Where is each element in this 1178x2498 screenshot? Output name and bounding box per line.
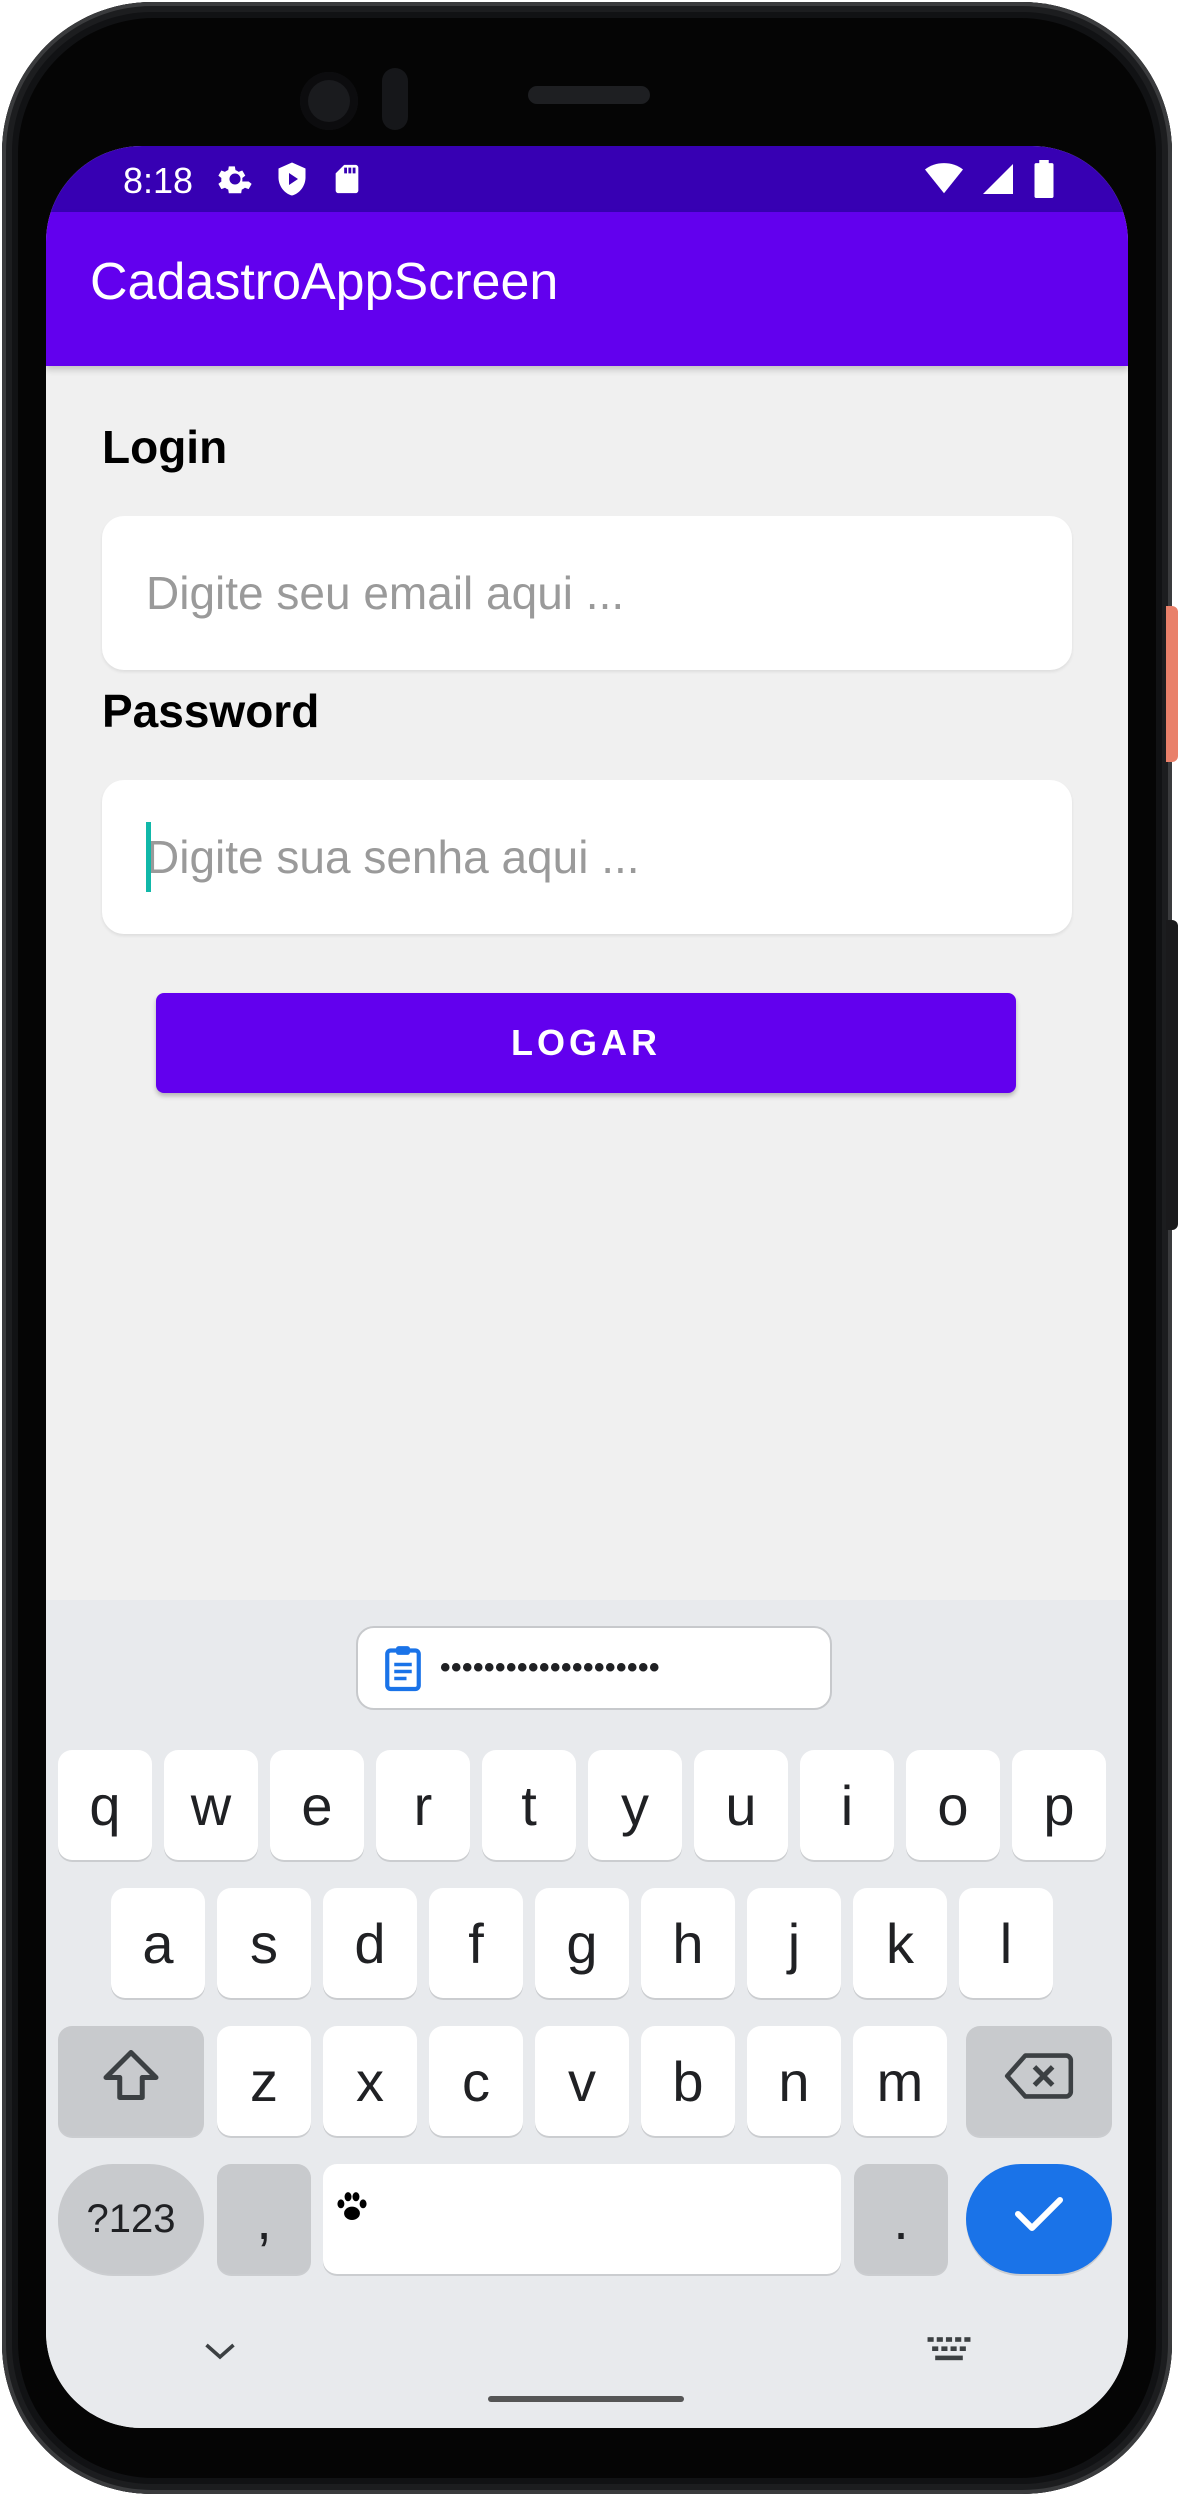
key-a[interactable]: a — [111, 1888, 205, 1998]
login-field — [102, 516, 1072, 670]
password-input[interactable] — [102, 780, 1072, 934]
key-x[interactable]: x — [323, 2026, 417, 2136]
key-e[interactable]: e — [270, 1750, 364, 1860]
key-z[interactable]: z — [217, 2026, 311, 2136]
paw-icon — [333, 2174, 371, 2239]
app-bar: CadastroAppScreen — [46, 212, 1128, 366]
keyboard: •••••••••••••••••••• q w e r t y u i o p… — [46, 1600, 1128, 2428]
hide-keyboard-chevron-icon[interactable] — [202, 2340, 238, 2367]
app-title: CadastroAppScreen — [90, 253, 559, 311]
key-h[interactable]: h — [641, 1888, 735, 1998]
power-button — [1166, 606, 1178, 762]
key-c[interactable]: c — [429, 2026, 523, 2136]
status-time: 8:18 — [123, 160, 194, 201]
symbols-key[interactable]: ?123 — [58, 2164, 204, 2274]
key-o[interactable]: o — [906, 1750, 1000, 1860]
key-u[interactable]: u — [694, 1750, 788, 1860]
sd-card-icon — [330, 160, 364, 203]
clipboard-suggestion[interactable]: •••••••••••••••••••• — [356, 1626, 832, 1710]
check-icon — [1011, 2187, 1067, 2252]
key-m[interactable]: m — [853, 2026, 947, 2136]
backspace-key[interactable] — [966, 2026, 1112, 2136]
shield-play-icon — [274, 160, 310, 203]
period-key[interactable]: . — [854, 2164, 948, 2274]
earpiece-speaker — [528, 86, 650, 104]
comma-key[interactable]: , — [217, 2164, 311, 2274]
key-s[interactable]: s — [217, 1888, 311, 1998]
email-input[interactable] — [102, 516, 1072, 670]
sensor — [382, 68, 408, 130]
gear-icon — [216, 160, 254, 203]
keyboard-switch-icon[interactable] — [926, 2334, 972, 2373]
signal-icon — [980, 160, 1016, 203]
key-i[interactable]: i — [800, 1750, 894, 1860]
enter-key[interactable] — [966, 2164, 1112, 2274]
key-f[interactable]: f — [429, 1888, 523, 1998]
key-k[interactable]: k — [853, 1888, 947, 1998]
password-label: Password — [102, 685, 320, 737]
login-button[interactable]: LOGAR — [156, 993, 1016, 1093]
wifi-icon — [924, 160, 964, 203]
volume-button — [1166, 920, 1178, 1230]
key-b[interactable]: b — [641, 2026, 735, 2136]
battery-icon — [1032, 160, 1056, 203]
password-field — [102, 780, 1072, 934]
key-v[interactable]: v — [535, 2026, 629, 2136]
screen: 8:18 CadastroAppScreen Login Digite seu … — [46, 146, 1128, 2428]
key-g[interactable]: g — [535, 1888, 629, 1998]
shift-key[interactable] — [58, 2026, 204, 2136]
key-l[interactable]: l — [959, 1888, 1053, 1998]
key-r[interactable]: r — [376, 1750, 470, 1860]
key-j[interactable]: j — [747, 1888, 841, 1998]
key-q[interactable]: q — [58, 1750, 152, 1860]
clipboard-icon — [382, 1643, 424, 1693]
key-y[interactable]: y — [588, 1750, 682, 1860]
backspace-icon — [1004, 2049, 1074, 2114]
status-bar: 8:18 — [46, 146, 1128, 212]
front-camera — [300, 72, 358, 130]
shift-icon — [101, 2047, 161, 2116]
key-n[interactable]: n — [747, 2026, 841, 2136]
home-indicator[interactable] — [488, 2396, 684, 2402]
key-w[interactable]: w — [164, 1750, 258, 1860]
key-d[interactable]: d — [323, 1888, 417, 1998]
key-p[interactable]: p — [1012, 1750, 1106, 1860]
login-label: Login — [102, 421, 228, 473]
text-cursor — [146, 822, 151, 892]
key-t[interactable]: t — [482, 1750, 576, 1860]
clipboard-text: •••••••••••••••••••• — [440, 1651, 661, 1684]
space-key[interactable] — [323, 2164, 841, 2274]
